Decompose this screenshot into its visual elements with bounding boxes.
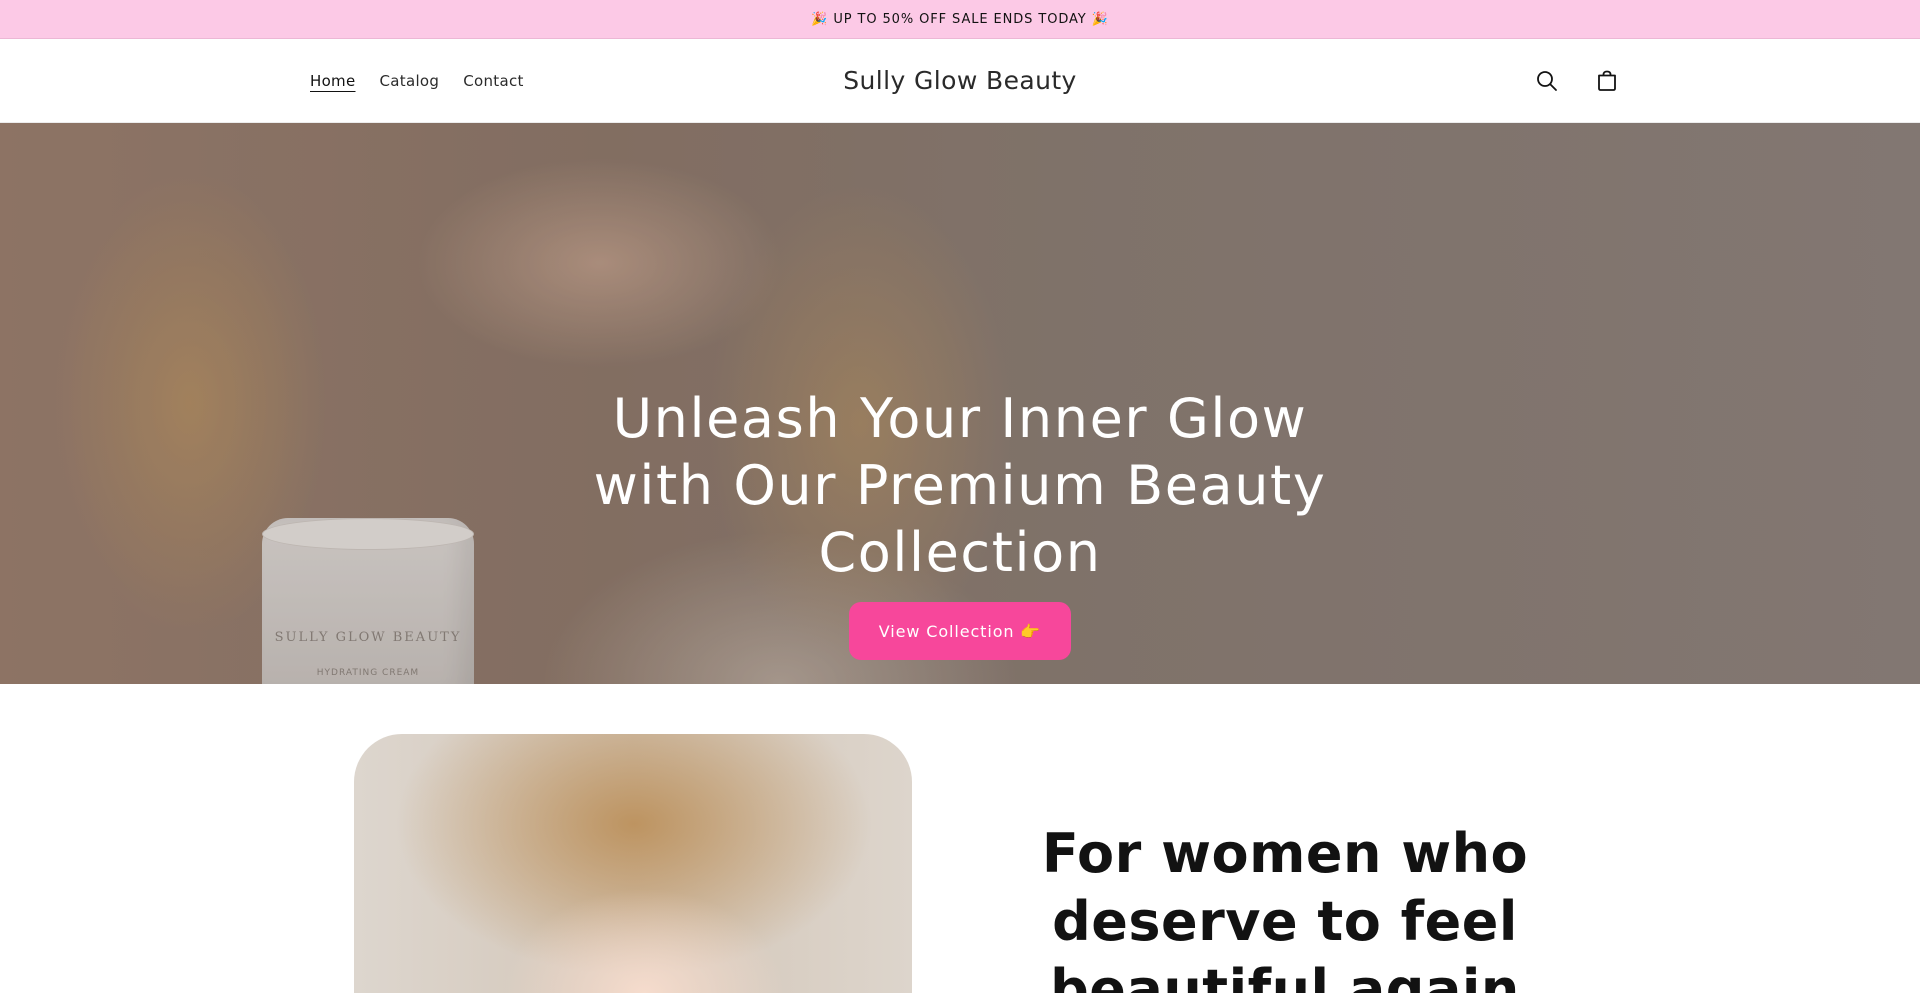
nav-catalog-link[interactable]: Catalog bbox=[380, 72, 440, 90]
site-header: Home Catalog Contact Sully Glow Beauty bbox=[0, 39, 1920, 123]
feature-section: For women who deserve to feel beautiful … bbox=[0, 684, 1920, 993]
search-button[interactable] bbox=[1526, 60, 1568, 102]
view-collection-button[interactable]: View Collection 👉 bbox=[848, 602, 1072, 660]
cart-icon bbox=[1598, 70, 1616, 91]
feature-heading: For women who deserve to feel beautiful … bbox=[1041, 822, 1529, 993]
announcement-text: 🎉 UP TO 50% OFF SALE ENDS TODAY 🎉 bbox=[811, 11, 1109, 27]
cart-button[interactable] bbox=[1586, 60, 1628, 102]
nav-contact-link[interactable]: Contact bbox=[463, 72, 523, 90]
store-logo[interactable]: Sully Glow Beauty bbox=[843, 66, 1076, 95]
main-nav: Home Catalog Contact bbox=[310, 72, 524, 90]
header-actions bbox=[1526, 60, 1628, 102]
search-icon bbox=[1537, 70, 1557, 91]
announcement-bar: 🎉 UP TO 50% OFF SALE ENDS TODAY 🎉 bbox=[0, 0, 1920, 39]
hero-banner: SULLY GLOW BEAUTY HYDRATING CREAM Unleas… bbox=[0, 123, 1920, 684]
feature-image bbox=[354, 734, 912, 993]
nav-home-link[interactable]: Home bbox=[310, 72, 356, 90]
hero-content: Unleash Your Inner Glow with Our Premium… bbox=[0, 385, 1920, 660]
hero-title: Unleash Your Inner Glow with Our Premium… bbox=[593, 387, 1327, 584]
